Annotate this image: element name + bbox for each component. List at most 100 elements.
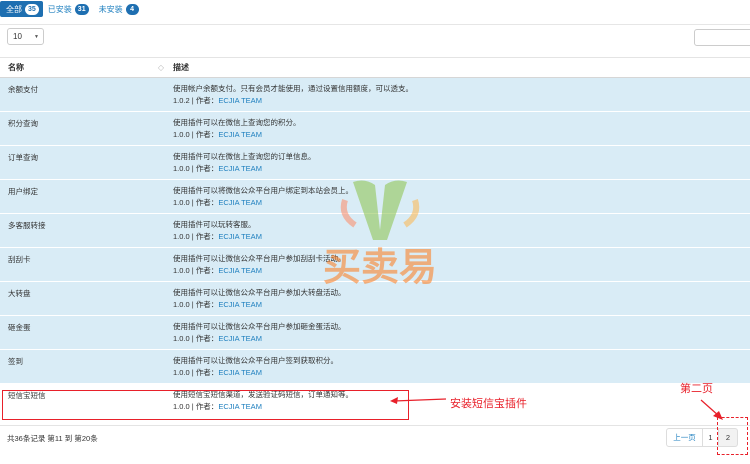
plugin-name: 余额支付 [8,85,38,94]
plugin-name: 刮刮卡 [8,255,31,264]
tab-installed[interactable]: 已安装 31 [43,1,94,17]
plugin-author-link[interactable]: ECJIA TEAM [218,164,262,173]
table-header: 名称 ◇ 描述 [0,57,750,78]
plugin-table: 名称 ◇ 描述 余额支付 使用帐户余额支付。只有会员才能使用，通过设置信用额度，可… [0,57,750,418]
plugin-author-link[interactable]: ECJIA TEAM [218,198,262,207]
sort-icon[interactable]: ◇ [158,63,164,72]
tab-all-count: 35 [25,3,39,15]
plugin-meta: 1.0.2 | 作者：ECJIA TEAM [173,95,413,107]
column-header-desc: 描述 [173,63,189,72]
plugin-author-link[interactable]: ECJIA TEAM [218,266,262,275]
record-info: 共36条记录 第11 到 第20条 [7,434,98,443]
plugin-version: 1.0.0 [173,368,190,377]
plugin-version: 1.0.0 [173,266,190,275]
table-row[interactable]: 签到 使用插件可以让微信公众平台用户签到获取积分。 1.0.0 | 作者：ECJIA… [0,350,750,384]
plugin-description-cell: 使用插件可以让微信公众平台用户参加大转盘活动。 1.0.0 | 作者：ECJIA … [168,282,346,315]
tab-installed-count: 31 [74,3,89,15]
author-label: 作者： [195,300,219,309]
author-label: 作者： [195,198,219,207]
plugin-description: 使用插件可以让微信公众平台用户参加刮刮卡活动。 [173,254,346,263]
plugin-description-cell: 使用插件可以在微信上查询您的订单信息。 1.0.0 | 作者：ECJIA TEAM [168,146,316,179]
prev-page-button[interactable]: 上一页 [666,428,703,447]
table-row[interactable]: 积分查询 使用插件可以在微信上查询您的积分。 1.0.0 | 作者：ECJIA TE… [0,112,750,146]
plugin-description-cell: 使用插件可以让微信公众平台用户参加砸金蛋活动。 1.0.0 | 作者：ECJIA … [168,316,346,349]
plugin-author-link[interactable]: ECJIA TEAM [218,96,262,105]
highlight-box-page-two [717,417,748,455]
plugin-description: 使用插件可以在微信上查询您的订单信息。 [173,152,316,161]
author-label: 作者： [195,266,219,275]
page-size-value: 10 [13,32,22,41]
plugin-description-cell: 使用帐户余额支付。只有会员才能使用，通过设置信用额度，可以透支。 1.0.2 | … [168,78,413,111]
plugin-version: 1.0.2 [173,96,190,105]
plugin-name: 积分查询 [8,119,38,128]
plugin-description-cell: 使用插件可以在微信上查询您的积分。 1.0.0 | 作者：ECJIA TEAM [168,112,301,145]
table-body: 余额支付 使用帐户余额支付。只有会员才能使用，通过设置信用额度，可以透支。 1.0.… [0,78,750,418]
plugin-name: 用户绑定 [8,187,38,196]
column-header-name[interactable]: 名称 ◇ [0,62,168,73]
table-row[interactable]: 订单查询 使用插件可以在微信上查询您的订单信息。 1.0.0 | 作者：ECJIA … [0,146,750,180]
plugin-description: 使用插件可以让微信公众平台用户参加大转盘活动。 [173,288,346,297]
plugin-description: 使用帐户余额支付。只有会员才能使用，通过设置信用额度，可以透支。 [173,84,413,93]
plugin-meta: 1.0.0 | 作者：ECJIA TEAM [173,265,346,277]
plugin-description: 使用插件可以让微信公众平台用户参加砸金蛋活动。 [173,322,346,331]
plugin-description: 使用插件可以在微信上查询您的积分。 [173,118,301,127]
search-input[interactable] [694,29,750,46]
plugin-author-link[interactable]: ECJIA TEAM [218,232,262,241]
plugin-name: 砸金蛋 [8,323,31,332]
annotation-install-label: 安装短信宝插件 [450,398,527,410]
plugin-author-link[interactable]: ECJIA TEAM [218,368,262,377]
page-size-select[interactable]: 10 ▼ [7,28,44,45]
plugin-version: 1.0.0 [173,198,190,207]
plugin-version: 1.0.0 [173,300,190,309]
column-header-name-label: 名称 [8,63,24,72]
annotation-page-two-label: 第二页 [680,383,713,395]
plugin-version: 1.0.0 [173,232,190,241]
table-row[interactable]: 大转盘 使用插件可以让微信公众平台用户参加大转盘活动。 1.0.0 | 作者：ECJ… [0,282,750,316]
plugin-description: 使用插件可以让微信公众平台用户签到获取积分。 [173,356,338,365]
plugin-meta: 1.0.0 | 作者：ECJIA TEAM [173,231,262,243]
table-row[interactable]: 刮刮卡 使用插件可以让微信公众平台用户参加刮刮卡活动。 1.0.0 | 作者：ECJ… [0,248,750,282]
tab-all-label: 全部 [6,4,22,14]
plugin-description: 使用插件可以玩转客服。 [173,220,256,229]
plugin-name: 大转盘 [8,289,31,298]
plugin-description-cell: 使用插件可以玩转客服。 1.0.0 | 作者：ECJIA TEAM [168,214,262,247]
table-row[interactable]: 余额支付 使用帐户余额支付。只有会员才能使用，通过设置信用额度，可以透支。 1.0.… [0,78,750,112]
divider [0,425,750,426]
plugin-author-link[interactable]: ECJIA TEAM [218,334,262,343]
chevron-down-icon: ▼ [34,33,39,40]
author-label: 作者： [195,130,219,139]
arrow-icon [390,397,447,404]
plugin-version: 1.0.0 [173,334,190,343]
plugin-name: 多客服转接 [8,221,46,230]
tab-uninstalled-label: 未安装 [98,4,123,14]
author-label: 作者： [195,96,219,105]
plugin-description-cell: 使用插件可以让微信公众平台用户参加刮刮卡活动。 1.0.0 | 作者：ECJIA … [168,248,346,281]
plugin-version: 1.0.0 [173,164,190,173]
author-label: 作者： [195,164,219,173]
table-row[interactable]: 多客服转接 使用插件可以玩转客服。 1.0.0 | 作者：ECJIA TEAM [0,214,750,248]
plugin-description-cell: 使用插件可以将微信公众平台用户绑定到本站会员上。 1.0.0 | 作者：ECJIA… [168,180,353,213]
author-label: 作者： [195,368,219,377]
tab-all[interactable]: 全部 35 [0,1,43,17]
filter-tabs: 全部 35 已安装 31 未安装 4 [0,1,144,17]
tab-installed-label: 已安装 [47,4,72,14]
plugin-meta: 1.0.0 | 作者：ECJIA TEAM [173,129,301,141]
table-row[interactable]: 砸金蛋 使用插件可以让微信公众平台用户参加砸金蛋活动。 1.0.0 | 作者：ECJ… [0,316,750,350]
table-row[interactable]: 用户绑定 使用插件可以将微信公众平台用户绑定到本站会员上。 1.0.0 | 作者：E… [0,180,750,214]
plugin-meta: 1.0.0 | 作者：ECJIA TEAM [173,367,338,379]
plugin-name: 签到 [8,357,23,366]
divider [0,24,750,25]
plugin-meta: 1.0.0 | 作者：ECJIA TEAM [173,197,353,209]
tab-uninstalled[interactable]: 未安装 4 [94,1,144,17]
plugin-meta: 1.0.0 | 作者：ECJIA TEAM [173,299,346,311]
tab-uninstalled-count: 4 [125,3,139,15]
plugin-author-link[interactable]: ECJIA TEAM [218,130,262,139]
plugin-description: 使用插件可以将微信公众平台用户绑定到本站会员上。 [173,186,353,195]
plugin-author-link[interactable]: ECJIA TEAM [218,300,262,309]
plugin-meta: 1.0.0 | 作者：ECJIA TEAM [173,333,346,345]
plugin-meta: 1.0.0 | 作者：ECJIA TEAM [173,163,316,175]
plugin-description-cell: 使用插件可以让微信公众平台用户签到获取积分。 1.0.0 | 作者：ECJIA T… [168,350,338,383]
author-label: 作者： [195,232,219,241]
plugin-version: 1.0.0 [173,130,190,139]
author-label: 作者： [195,334,219,343]
